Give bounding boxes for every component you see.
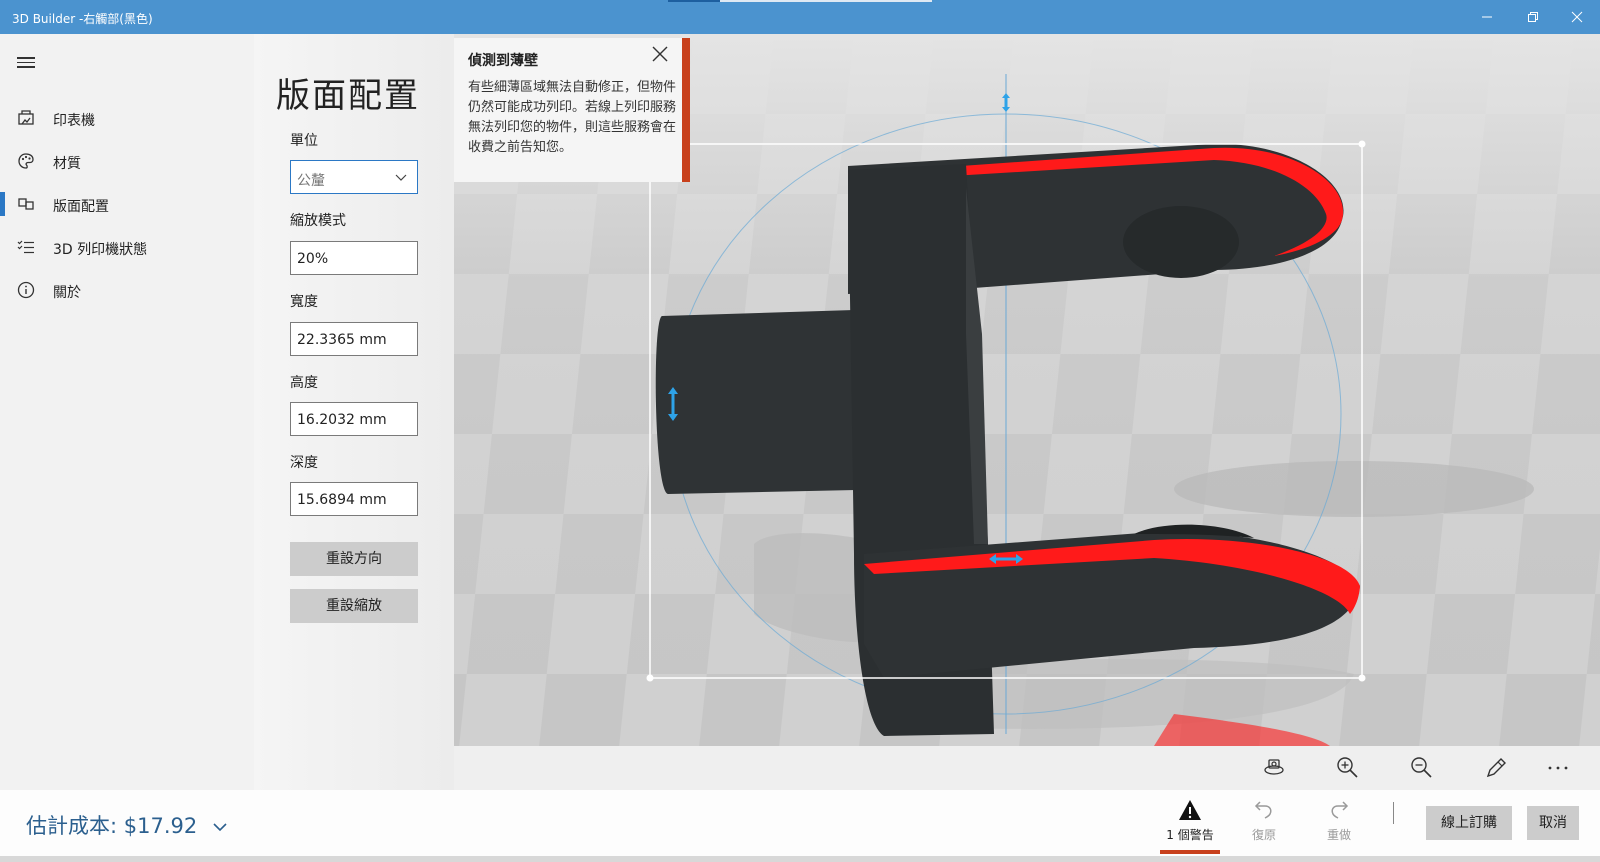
- minimize-icon: [1482, 16, 1492, 18]
- undo-label: 復原: [1251, 828, 1276, 842]
- title-bar-accent-light: [720, 0, 932, 2]
- bottom-edge: [0, 856, 1600, 862]
- unit-select-value: 公釐: [297, 173, 325, 189]
- nav-item-label: 版面配置: [53, 199, 109, 215]
- restore-button[interactable]: [1510, 0, 1556, 34]
- estimated-cost-label: 估計成本: $17.92: [26, 814, 198, 838]
- nav-item-label: 印表機: [53, 113, 95, 129]
- redo-icon: [1331, 801, 1349, 819]
- scale-mode-label: 縮放模式: [290, 213, 346, 229]
- chevron-down-icon: [213, 823, 227, 832]
- model-top-peg: [1123, 206, 1239, 278]
- model-shadow: [1174, 461, 1534, 517]
- scale-mode-input[interactable]: 20%: [290, 241, 418, 275]
- order-online-button[interactable]: 線上訂購: [1426, 806, 1512, 840]
- minimize-button[interactable]: [1464, 0, 1510, 34]
- nav-item-material[interactable]: 材質: [0, 143, 254, 179]
- height-label: 高度: [290, 375, 318, 391]
- nav-item-label: 材質: [53, 156, 81, 172]
- depth-input[interactable]: 15.6894 mm: [290, 482, 418, 516]
- printer-icon: [18, 110, 34, 125]
- width-label: 寬度: [290, 294, 318, 310]
- warning-icon: [1179, 800, 1201, 820]
- close-icon: [1571, 11, 1583, 23]
- reset-scale-button[interactable]: 重設縮放: [290, 589, 418, 623]
- hamburger-menu-icon[interactable]: [17, 54, 37, 74]
- cancel-button[interactable]: 取消: [1527, 806, 1579, 840]
- bottom-divider: [1393, 802, 1394, 824]
- close-window-button[interactable]: [1554, 0, 1600, 34]
- status-list-icon: [17, 240, 34, 254]
- viewport-toolbar: [454, 746, 1600, 790]
- zoom-in-icon[interactable]: [1334, 754, 1362, 782]
- warnings-button[interactable]: 1 個警告: [1156, 798, 1224, 854]
- width-input[interactable]: 22.3365 mm: [290, 322, 418, 356]
- reset-orientation-button[interactable]: 重設方向: [290, 542, 418, 576]
- pen-icon[interactable]: [1482, 754, 1510, 782]
- unit-select[interactable]: 公釐: [290, 160, 418, 194]
- nav-item-about[interactable]: 關於: [0, 272, 254, 308]
- warning-body: 有些細薄區域無法自動修正，但物件仍然可能成功列印。若線上列印服務無法列印您的物件…: [468, 80, 677, 155]
- zoom-out-icon[interactable]: [1408, 754, 1436, 782]
- warnings-label: 1 個警告: [1166, 828, 1214, 842]
- more-icon[interactable]: [1544, 754, 1572, 782]
- title-bar: 3D Builder -右觸部(黑色): [0, 0, 1600, 34]
- depth-label: 深度: [290, 455, 318, 471]
- layout-icon: [18, 198, 34, 210]
- undo-button[interactable]: 復原: [1230, 798, 1298, 843]
- warning-title: 偵測到薄壁: [468, 53, 538, 69]
- palette-icon: [18, 153, 34, 169]
- left-nav: 印表機 材質 版面配置 3D 列印機狀態 關於: [0, 34, 254, 790]
- estimated-cost-dropdown[interactable]: 估計成本: $17.92: [26, 810, 228, 840]
- camera-rotate-icon[interactable]: [1260, 754, 1288, 782]
- bottom-bar: 估計成本: $17.92 1 個警告 復原 重做 線上訂購 取消: [0, 790, 1600, 856]
- nav-item-layout[interactable]: 版面配置: [0, 186, 254, 222]
- window-title: 3D Builder -右觸部(黑色): [12, 12, 153, 26]
- info-icon: [17, 281, 35, 299]
- active-indicator: [0, 192, 5, 216]
- undo-icon: [1254, 801, 1272, 819]
- close-icon[interactable]: [650, 44, 670, 64]
- bbox-handle[interactable]: [1358, 674, 1366, 682]
- restore-icon: [1528, 12, 1538, 22]
- bbox-handle[interactable]: [1358, 140, 1366, 148]
- panel-title: 版面配置: [276, 76, 420, 116]
- nav-item-printer-status[interactable]: 3D 列印機狀態: [0, 229, 254, 265]
- redo-label: 重做: [1326, 828, 1351, 842]
- title-bar-accent: [668, 0, 720, 2]
- height-input[interactable]: 16.2032 mm: [290, 402, 418, 436]
- layout-settings-panel: 版面配置 單位 公釐 縮放模式 20% 寬度 22.3365 mm 高度 16.…: [254, 34, 454, 790]
- warnings-underline: [1160, 850, 1220, 854]
- thin-wall-warning-popup: 偵測到薄壁 有些細薄區域無法自動修正，但物件仍然可能成功列印。若線上列印服務無法…: [454, 38, 690, 182]
- nav-item-label: 關於: [53, 285, 81, 301]
- redo-button[interactable]: 重做: [1305, 798, 1373, 843]
- unit-label: 單位: [290, 133, 318, 149]
- chevron-down-icon: [395, 174, 407, 181]
- bbox-handle[interactable]: [646, 674, 654, 682]
- model-cylinder[interactable]: [655, 310, 856, 494]
- nav-item-printer[interactable]: 印表機: [0, 100, 254, 136]
- nav-item-label: 3D 列印機狀態: [53, 242, 148, 258]
